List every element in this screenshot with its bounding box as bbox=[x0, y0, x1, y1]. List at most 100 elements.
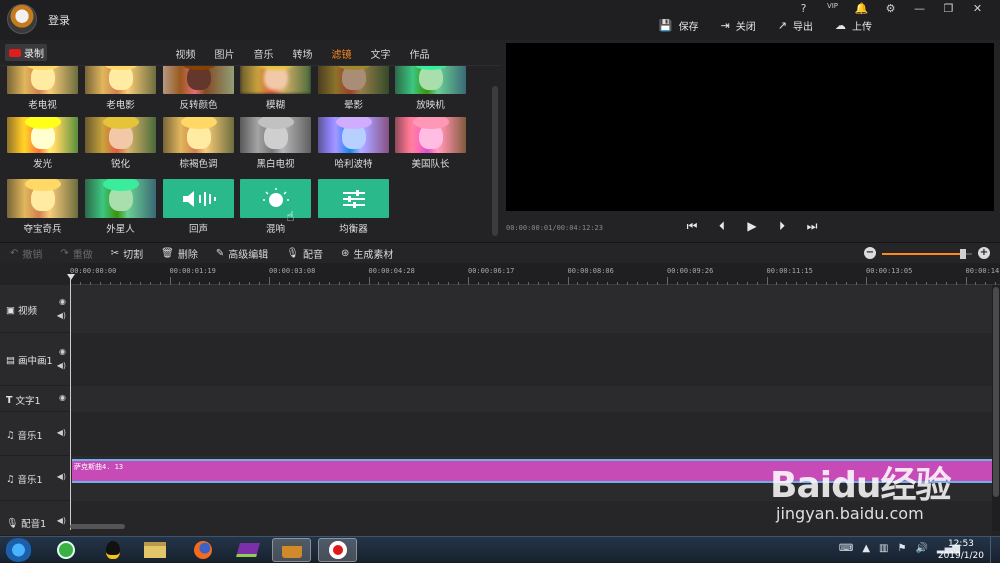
filter-item[interactable]: 均衡器 bbox=[318, 179, 389, 227]
step-forward-icon[interactable]: ⏵ bbox=[774, 219, 790, 234]
upload-icon: ☁ bbox=[835, 19, 846, 32]
filter-item[interactable]: 发光 bbox=[7, 117, 78, 165]
keyboard-icon[interactable]: ⌨ bbox=[839, 543, 853, 554]
cut-button[interactable]: ✂切割 bbox=[111, 246, 143, 261]
ruler-tick bbox=[966, 277, 967, 285]
dub-button[interactable]: 🎙配音 bbox=[286, 246, 323, 261]
filter-item[interactable]: 老电影 bbox=[85, 66, 156, 106]
help-icon[interactable]: ? bbox=[789, 2, 818, 15]
bell-icon[interactable]: 🔔 bbox=[847, 2, 876, 15]
system-clock[interactable]: 12:53 2019/1/20 bbox=[938, 538, 984, 562]
filter-item[interactable]: 老电视 bbox=[7, 66, 78, 106]
zoom-track[interactable] bbox=[882, 253, 972, 255]
playhead-handle[interactable] bbox=[67, 274, 75, 280]
filter-item[interactable]: 夺宝奇兵 bbox=[7, 179, 78, 227]
zoom-knob[interactable] bbox=[960, 249, 966, 259]
tab-transition[interactable]: 转场 bbox=[283, 46, 322, 61]
timeline-hscrollbar[interactable] bbox=[70, 524, 125, 529]
speaker-icon[interactable]: ◀) bbox=[57, 361, 66, 370]
speaker-icon[interactable]: ◀) bbox=[57, 472, 66, 481]
speaker-icon[interactable]: ◀) bbox=[57, 428, 66, 437]
ruler-tick bbox=[866, 277, 867, 285]
zoom-slider[interactable]: − + bbox=[864, 247, 990, 261]
filter-label: 发光 bbox=[7, 156, 78, 170]
filter-item[interactable]: 棕褐色调 bbox=[163, 117, 234, 165]
taskbar-app-video[interactable] bbox=[228, 538, 267, 562]
music-track-1[interactable] bbox=[70, 412, 992, 456]
record-button[interactable]: 录制 bbox=[5, 44, 47, 61]
tab-music[interactable]: 音乐 bbox=[244, 46, 283, 61]
close-window-icon[interactable]: ✕ bbox=[963, 2, 992, 15]
taskbar-app-qq[interactable] bbox=[93, 538, 132, 562]
filter-item[interactable]: 黑白电视 bbox=[240, 117, 311, 165]
redo-button[interactable]: ↷重做 bbox=[60, 246, 92, 261]
taskbar-app-firefox[interactable] bbox=[183, 538, 222, 562]
volume-icon[interactable]: 🔊 bbox=[915, 543, 927, 554]
filter-item[interactable]: 美国队长 bbox=[395, 117, 466, 165]
taskbar-app-explorer[interactable] bbox=[135, 538, 174, 562]
play-icon[interactable]: ▶ bbox=[744, 219, 760, 234]
close-button[interactable]: ⇥关闭 bbox=[721, 18, 756, 33]
delete-button[interactable]: 🗑删除 bbox=[161, 246, 198, 261]
speaker-icon[interactable]: ◀) bbox=[57, 311, 66, 320]
tab-filter[interactable]: 滤镜 bbox=[322, 46, 361, 61]
taskbar-app-editor[interactable] bbox=[272, 538, 311, 562]
ruler-tick bbox=[170, 277, 171, 285]
speaker-icon[interactable]: ◀) bbox=[57, 516, 66, 525]
app-logo[interactable] bbox=[7, 4, 37, 34]
flag-icon[interactable]: ⚑ bbox=[898, 543, 907, 554]
filter-label: 哈利波特 bbox=[318, 156, 389, 170]
skip-end-icon[interactable]: ⏭ bbox=[804, 219, 820, 234]
pip-track[interactable] bbox=[70, 333, 992, 386]
timeline-ruler[interactable]: 00:00:00:0000:00:01:1900:00:03:0800:00:0… bbox=[70, 263, 1000, 285]
tray-arrow-icon[interactable]: ▲ bbox=[862, 543, 870, 554]
filter-item[interactable]: 外星人 bbox=[85, 179, 156, 227]
filter-item[interactable]: 哈利波特 bbox=[318, 117, 389, 165]
timeline-vscrollbar[interactable] bbox=[992, 285, 1000, 531]
upload-button[interactable]: ☁上传 bbox=[835, 18, 872, 33]
login-link[interactable]: 登录 bbox=[48, 12, 70, 28]
filter-item[interactable]: 放映机 bbox=[395, 66, 466, 106]
filter-item[interactable]: 回声 bbox=[163, 179, 234, 227]
media-scrollbar[interactable] bbox=[492, 86, 498, 236]
eye-icon[interactable]: ◉ bbox=[59, 393, 66, 402]
vip-icon[interactable]: VIP bbox=[818, 2, 847, 15]
video-track[interactable] bbox=[70, 285, 992, 333]
tab-video[interactable]: 视频 bbox=[166, 46, 205, 61]
filter-item[interactable]: 反转颜色 bbox=[163, 66, 234, 106]
taskbar-app-360[interactable] bbox=[46, 538, 85, 562]
advanced-edit-button[interactable]: ✎高级编辑 bbox=[216, 246, 268, 261]
generate-button[interactable]: ⊛生成素材 bbox=[341, 246, 393, 261]
filter-label: 混响 bbox=[240, 221, 311, 235]
save-button[interactable]: 💾保存 bbox=[659, 18, 699, 33]
eye-icon[interactable]: ◉ bbox=[59, 297, 66, 306]
zoom-out-icon[interactable]: − bbox=[864, 247, 876, 259]
restore-icon[interactable]: ❐ bbox=[934, 2, 963, 15]
tab-image[interactable]: 图片 bbox=[205, 46, 244, 61]
minimize-icon[interactable]: — bbox=[905, 2, 934, 15]
filter-item[interactable]: 混响 bbox=[240, 179, 311, 227]
undo-button[interactable]: ↶撤销 bbox=[10, 246, 42, 261]
filter-item[interactable]: 模糊 bbox=[240, 66, 311, 106]
track-header-video: ▣视频 ◉ ◀) bbox=[0, 285, 70, 333]
text-track[interactable] bbox=[70, 386, 992, 412]
tray-app-icon[interactable]: ▥ bbox=[879, 543, 888, 554]
export-icon: ↗ bbox=[778, 19, 787, 32]
skip-start-icon[interactable]: ⏮ bbox=[684, 219, 700, 234]
tab-text[interactable]: 文字 bbox=[361, 46, 400, 61]
taskbar-app-recorder[interactable] bbox=[318, 538, 357, 562]
filter-item[interactable]: 晕影 bbox=[318, 66, 389, 106]
show-desktop-button[interactable] bbox=[990, 537, 1000, 563]
playhead[interactable] bbox=[70, 278, 71, 530]
filter-item[interactable]: 锐化 bbox=[85, 117, 156, 165]
tab-works[interactable]: 作品 bbox=[400, 46, 439, 61]
filter-grid: 老电视 老电影 反转颜色 模糊 晕影 放映机 发光 锐化 棕褐色调 黑白电视 哈… bbox=[0, 66, 490, 238]
start-button[interactable] bbox=[5, 538, 32, 562]
project-actions: 💾保存 ⇥关闭 ↗导出 ☁上传 bbox=[659, 18, 872, 33]
step-back-icon[interactable]: ⏴ bbox=[714, 219, 730, 234]
eye-icon[interactable]: ◉ bbox=[59, 347, 66, 356]
export-button[interactable]: ↗导出 bbox=[778, 18, 813, 33]
zoom-in-icon[interactable]: + bbox=[978, 247, 990, 259]
ruler-tick bbox=[767, 277, 768, 285]
gear-icon[interactable]: ⚙ bbox=[876, 2, 905, 15]
